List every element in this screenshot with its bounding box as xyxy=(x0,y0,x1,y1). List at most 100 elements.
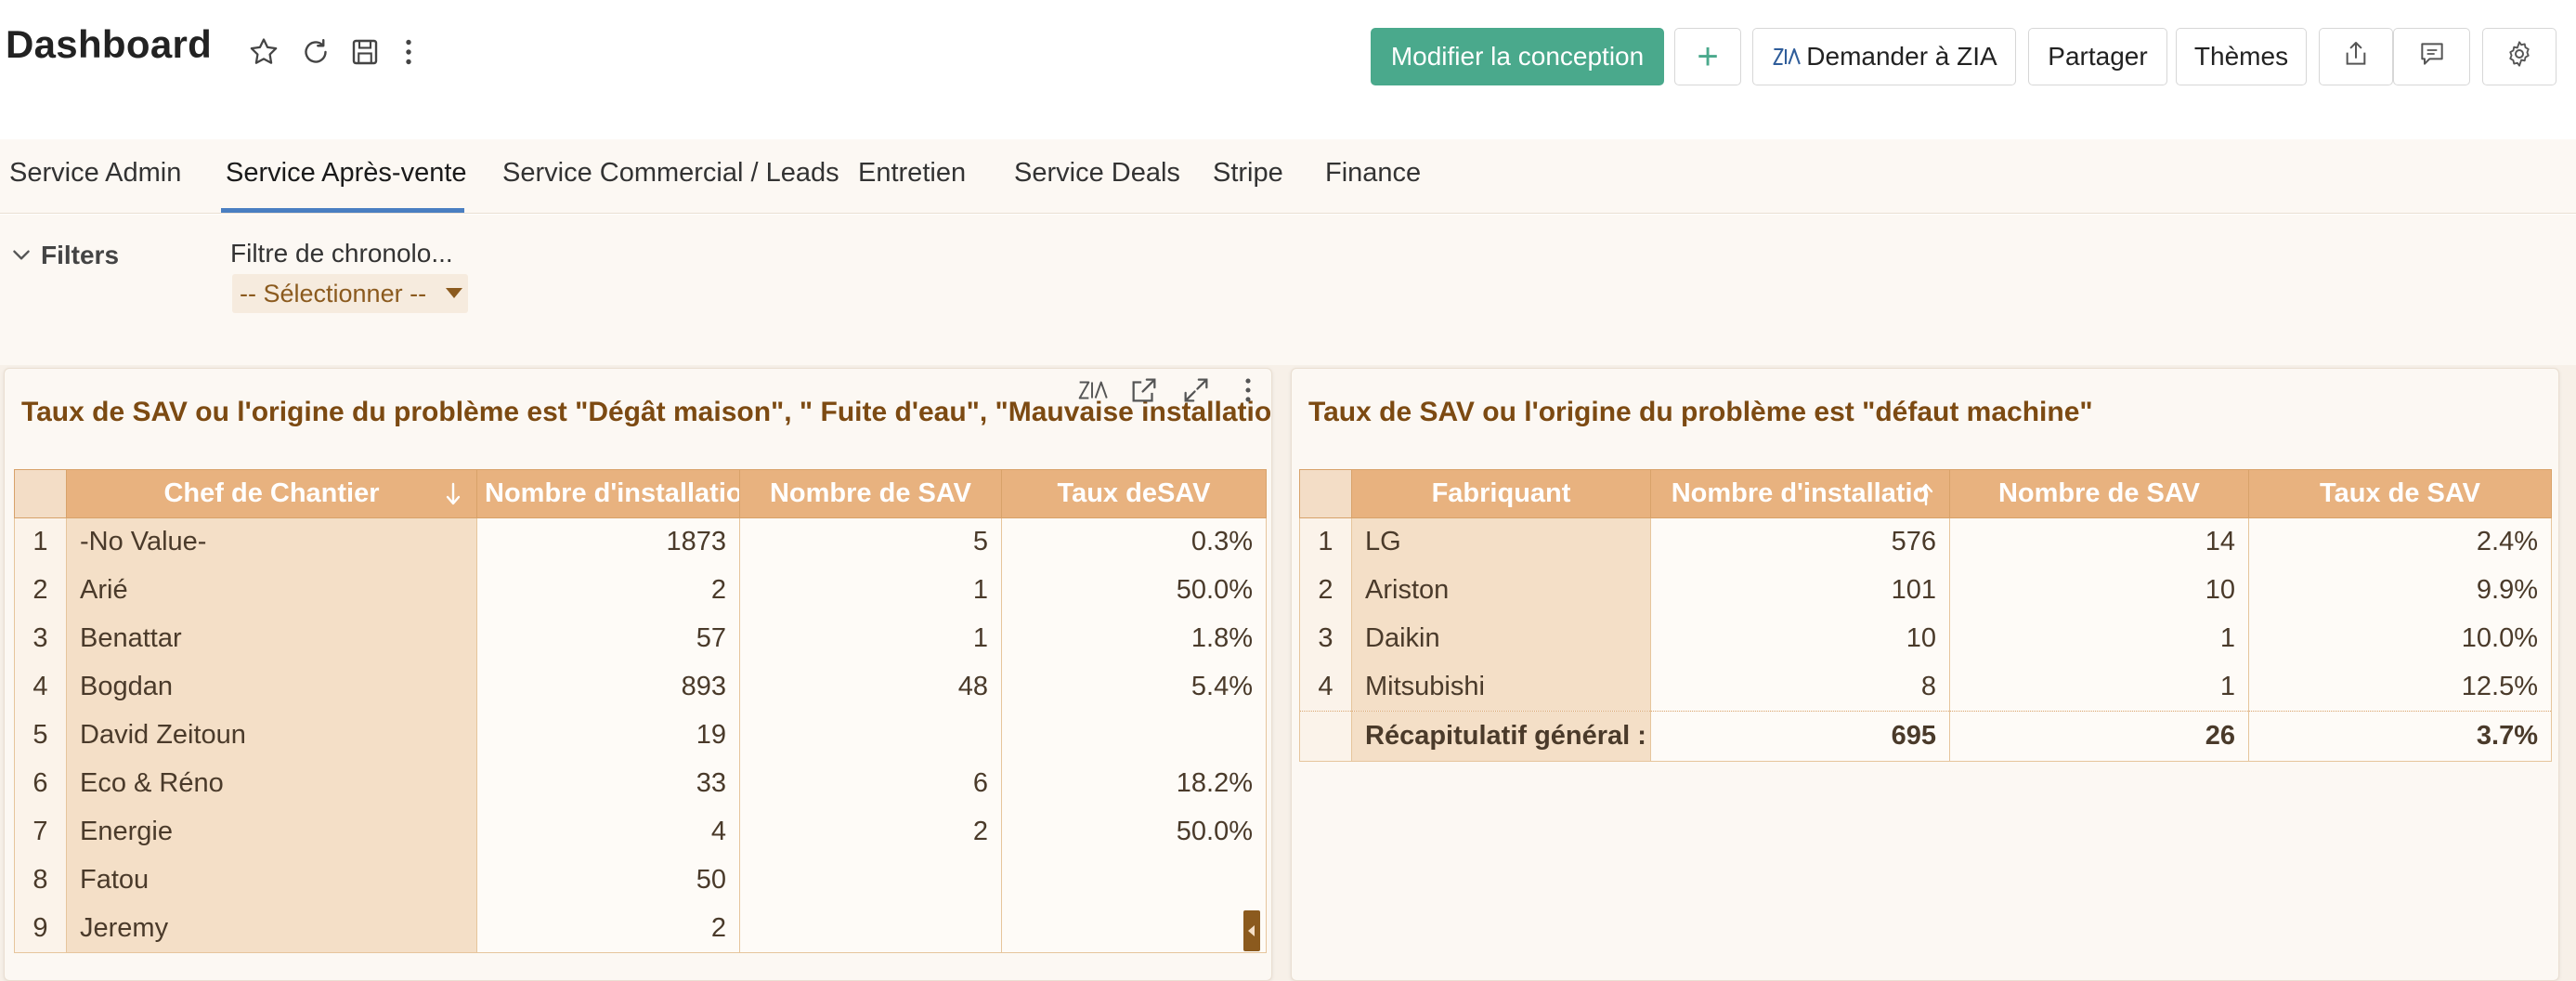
row-index: 4 xyxy=(1299,662,1352,712)
table-row: 6 Eco & Réno 33 6 18.2% xyxy=(14,759,1267,808)
more-vertical-icon[interactable] xyxy=(390,33,427,71)
timeline-filter-value: -- Sélectionner -- xyxy=(240,279,427,307)
tab-finance[interactable]: Finance xyxy=(1325,158,1421,189)
tab-service-commercial-leads[interactable]: Service Commercial / Leads xyxy=(502,158,839,189)
comments-button[interactable] xyxy=(2393,28,2470,85)
ask-zia-button[interactable]: Demander à ZIA xyxy=(1752,28,2016,85)
pivot-table-site-managers: Chef de Chantier Nombre d'installatio No… xyxy=(14,469,1267,953)
installations-count: 2 xyxy=(476,566,740,615)
comment-icon xyxy=(2417,39,2447,75)
installations-count: 101 xyxy=(1650,566,1950,615)
column-header[interactable]: Taux de SAV xyxy=(2248,469,2552,518)
tab-entretien[interactable]: Entretien xyxy=(858,158,966,189)
row-index: 8 xyxy=(14,856,67,905)
tab-service-deals[interactable]: Service Deals xyxy=(1014,158,1180,189)
timeline-filter-label: Filtre de chronolo... xyxy=(230,239,453,268)
tab-stripe[interactable]: Stripe xyxy=(1213,158,1283,189)
widget-toolbar xyxy=(1074,373,1266,408)
row-index: 5 xyxy=(14,711,67,760)
settings-button[interactable] xyxy=(2482,28,2556,85)
widget-title: Taux de SAV ou l'origine du problème est… xyxy=(1308,397,2093,427)
dashboard-tabs: Service Admin Service Après-vente Servic… xyxy=(0,139,2576,214)
export-button[interactable] xyxy=(2319,28,2393,85)
sort-ascending-icon[interactable] xyxy=(1916,481,1936,507)
open-external-icon[interactable] xyxy=(1126,373,1162,408)
save-icon[interactable] xyxy=(346,33,384,71)
column-header[interactable]: Chef de Chantier xyxy=(66,469,477,518)
column-header[interactable]: Taux deSAV xyxy=(1001,469,1267,518)
manufacturer-name: Mitsubishi xyxy=(1351,662,1651,712)
export-icon xyxy=(2341,39,2371,75)
tab-service-apres-vente[interactable]: Service Après-vente xyxy=(226,158,467,189)
table-row: 8 Fatou 50 xyxy=(14,856,1267,905)
sav-count: 1 xyxy=(739,614,1002,663)
sav-count xyxy=(739,856,1002,905)
table-row: 4 Bogdan 893 48 5.4% xyxy=(14,662,1267,712)
table-row: 7 Energie 4 2 50.0% xyxy=(14,807,1267,857)
more-vertical-icon[interactable] xyxy=(1230,373,1266,408)
sav-rate: 50.0% xyxy=(1001,566,1267,615)
star-icon[interactable] xyxy=(245,33,282,71)
site-manager-name: Fatou xyxy=(66,856,477,905)
row-index: 3 xyxy=(1299,614,1352,663)
filters-toggle[interactable]: Filters xyxy=(9,241,119,270)
manufacturer-name: LG xyxy=(1351,517,1651,567)
sav-count: 5 xyxy=(739,517,1002,567)
sav-rate: 9.9% xyxy=(2248,566,2552,615)
sav-rate: 10.0% xyxy=(2248,614,2552,663)
widget-sav-rate-by-manufacturer: Taux de SAV ou l'origine du problème est… xyxy=(1291,368,2559,981)
sort-descending-icon[interactable] xyxy=(443,481,463,507)
pivot-table-manufacturers: Fabriquant Nombre d'installatio Nombre d… xyxy=(1299,469,2552,762)
top-header: Dashboard Modifier la conception + Deman… xyxy=(0,0,2576,139)
sav-count: 14 xyxy=(1949,517,2249,567)
timeline-filter-select[interactable]: -- Sélectionner -- xyxy=(232,274,468,313)
zia-icon xyxy=(1771,42,1802,72)
column-header[interactable]: Nombre de SAV xyxy=(1949,469,2249,518)
installations-count: 1873 xyxy=(476,517,740,567)
widget-sav-rate-by-site-manager: Taux de SAV ou l'origine du problème est… xyxy=(4,368,1272,981)
row-index xyxy=(1299,711,1352,762)
sav-count: 1 xyxy=(1949,614,2249,663)
table-row: 5 David Zeitoun 19 xyxy=(14,711,1267,760)
installations-count: 10 xyxy=(1650,614,1950,663)
share-button[interactable]: Partager xyxy=(2028,28,2167,85)
sav-rate: 50.0% xyxy=(1001,807,1267,857)
sav-rate: 5.4% xyxy=(1001,662,1267,712)
manufacturer-name: Ariston xyxy=(1351,566,1651,615)
installations-count: 33 xyxy=(476,759,740,808)
page-title: Dashboard xyxy=(6,22,213,66)
horizontal-scroll-handle[interactable] xyxy=(1243,910,1260,951)
sav-rate xyxy=(1001,904,1267,953)
sav-rate: 2.4% xyxy=(2248,517,2552,567)
edit-design-button[interactable]: Modifier la conception xyxy=(1371,28,1664,85)
expand-icon[interactable] xyxy=(1178,373,1214,408)
site-manager-name: Jeremy xyxy=(66,904,477,953)
sav-count: 48 xyxy=(739,662,1002,712)
add-button[interactable]: + xyxy=(1674,28,1741,85)
site-manager-name: Arié xyxy=(66,566,477,615)
sav-count: 1 xyxy=(739,566,1002,615)
themes-button[interactable]: Thèmes xyxy=(2176,28,2307,85)
row-index: 3 xyxy=(14,614,67,663)
row-index: 7 xyxy=(14,807,67,857)
tab-service-admin[interactable]: Service Admin xyxy=(9,158,181,189)
column-header[interactable]: Fabriquant xyxy=(1351,469,1651,518)
refresh-icon[interactable] xyxy=(297,33,334,71)
active-tab-indicator xyxy=(221,208,464,213)
site-manager-name: David Zeitoun xyxy=(66,711,477,760)
site-manager-name: Bogdan xyxy=(66,662,477,712)
settings-icon xyxy=(2504,39,2534,75)
grand-total-row: Récapitulatif général :695 26 3.7% xyxy=(1299,711,2552,762)
row-index: 2 xyxy=(14,566,67,615)
column-header[interactable]: Nombre d'installatio xyxy=(1650,469,1950,518)
column-header[interactable]: Nombre d'installatio xyxy=(476,469,740,518)
row-index: 1 xyxy=(14,517,67,567)
chevron-down-icon xyxy=(13,250,30,260)
sav-rate: 0.3% xyxy=(1001,517,1267,567)
site-manager-name: Eco & Réno xyxy=(66,759,477,808)
column-header[interactable]: Nombre de SAV xyxy=(739,469,1002,518)
zia-insights-icon[interactable] xyxy=(1074,373,1110,408)
site-manager-name: Benattar xyxy=(66,614,477,663)
installations-count: 893 xyxy=(476,662,740,712)
table-row: 1 -No Value- 1873 5 0.3% xyxy=(14,517,1267,567)
